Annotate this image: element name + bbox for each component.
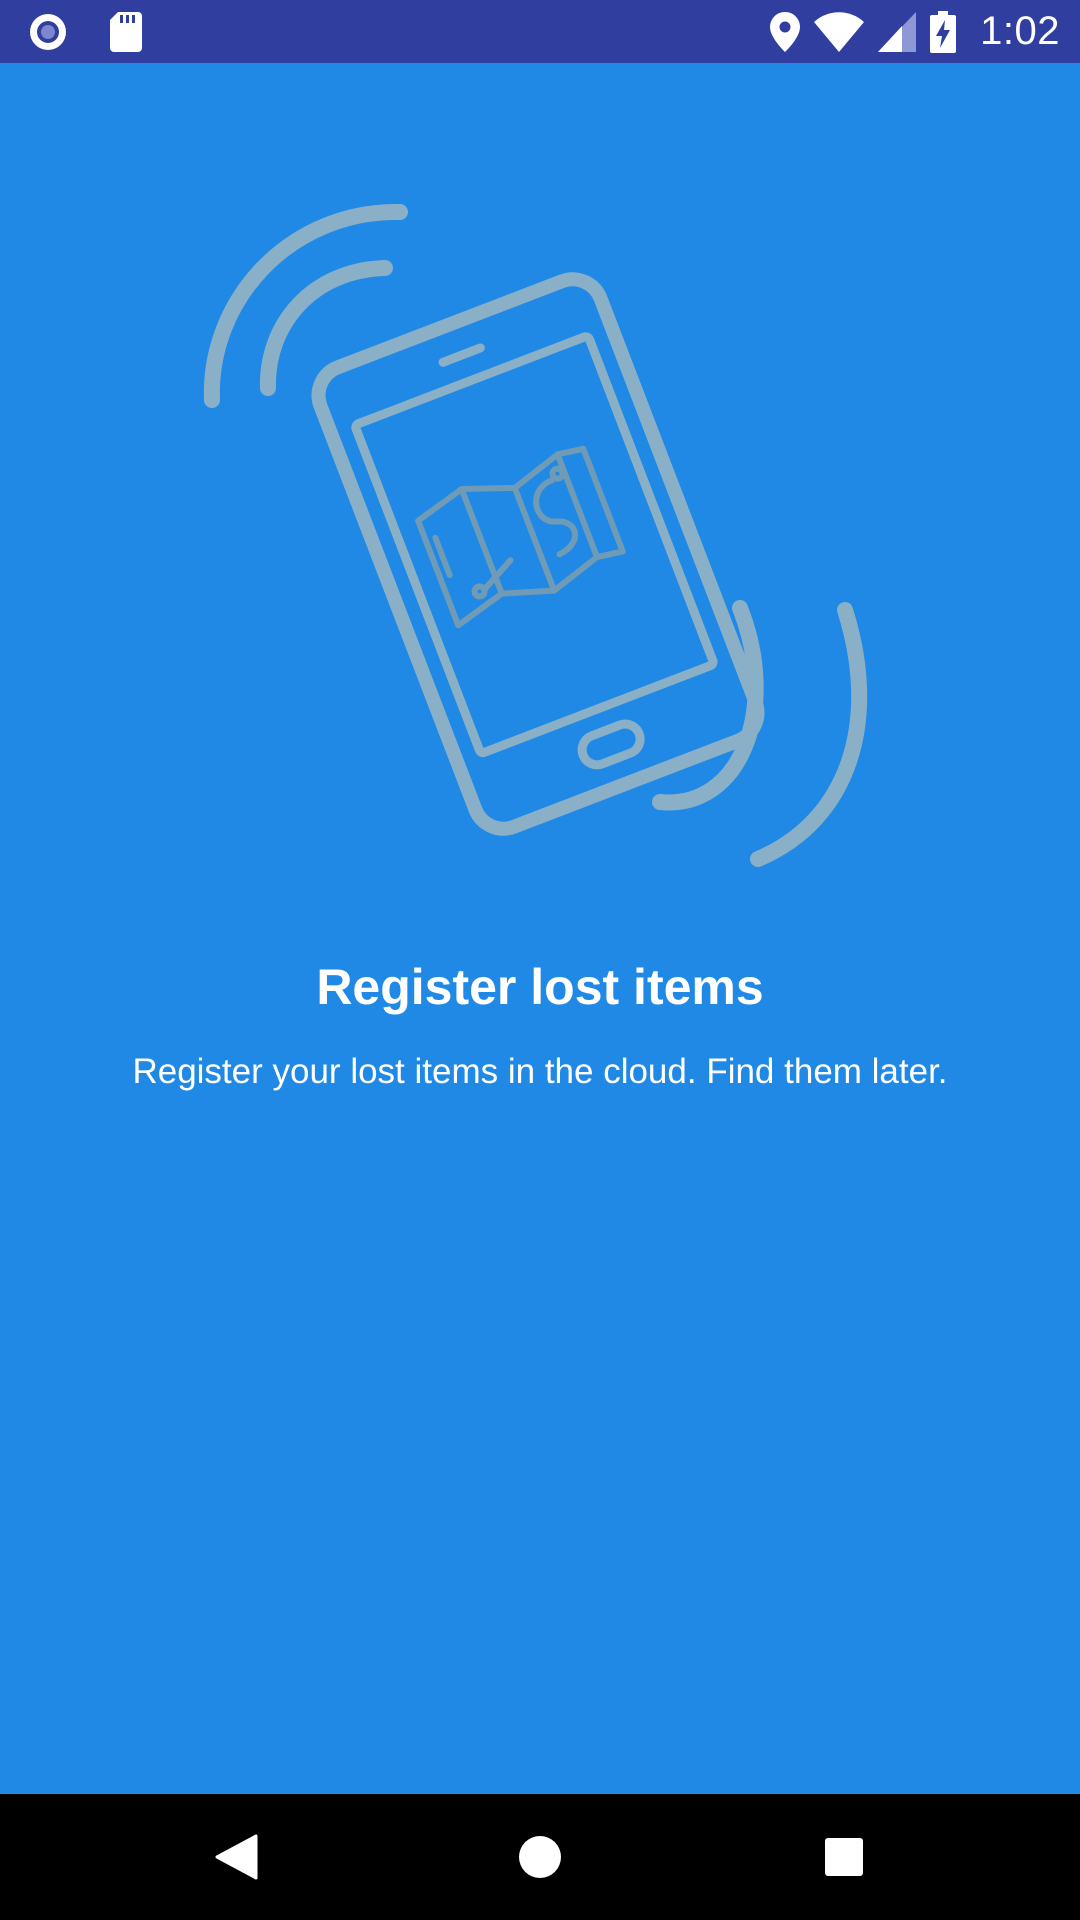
wifi-icon	[814, 11, 865, 52]
back-triangle-icon	[214, 1834, 258, 1880]
home-button[interactable]	[480, 1794, 600, 1920]
location-icon	[770, 11, 801, 52]
app-notification-icon	[28, 12, 68, 52]
back-button[interactable]	[176, 1794, 296, 1920]
onboarding-screen: 1:02 Register lost items Register your l…	[0, 0, 1080, 1920]
recents-button[interactable]	[784, 1794, 904, 1920]
phone-vibrating-map-icon	[180, 190, 900, 890]
home-circle-icon	[518, 1835, 562, 1879]
cell-signal-icon	[878, 11, 917, 52]
onboarding-title: Register lost items	[316, 959, 764, 1015]
navigation-bar	[0, 1794, 1080, 1920]
recents-square-icon	[824, 1837, 864, 1877]
sd-card-icon	[110, 12, 142, 52]
status-time: 1:02	[980, 9, 1060, 53]
battery-charging-icon	[930, 10, 957, 53]
onboarding-subtitle: Register your lost items in the cloud. F…	[132, 1052, 948, 1091]
status-bar: 1:02	[0, 0, 1080, 63]
